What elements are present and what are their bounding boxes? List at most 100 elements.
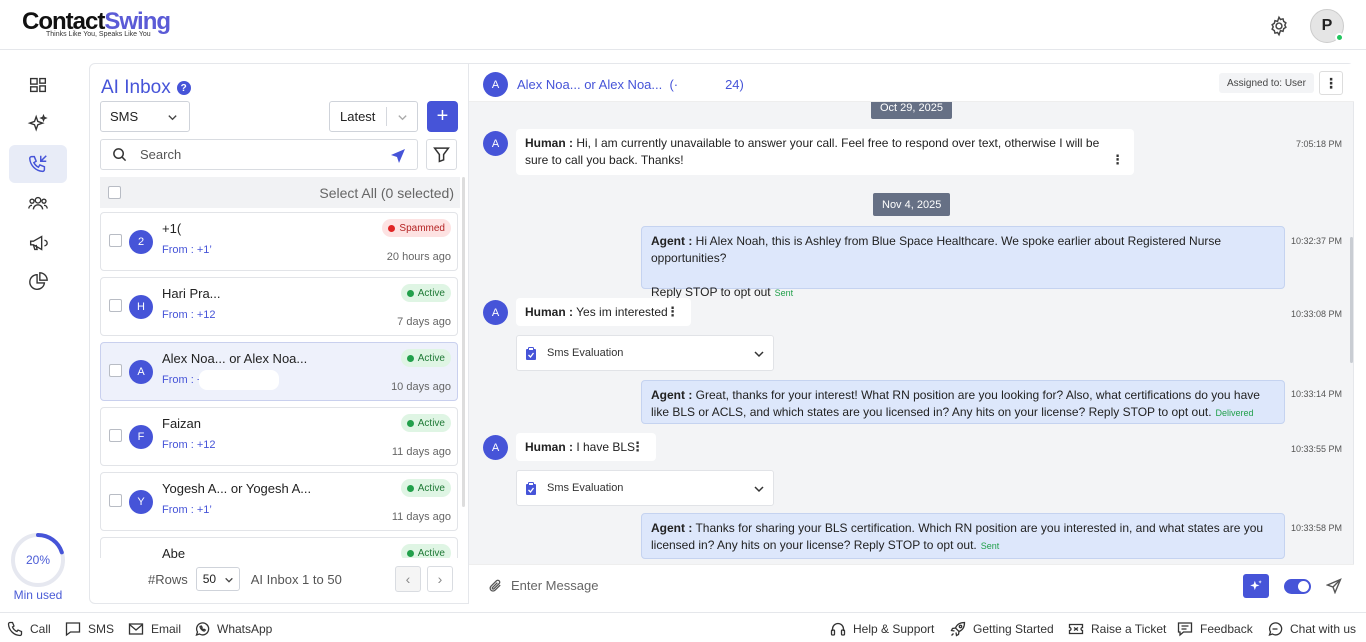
- footer-bar: Call SMS Email WhatsApp Help & Support G…: [0, 612, 1366, 642]
- conversation-item[interactable]: 2 +1( From : +1’ Spammed 20 hours ago: [100, 212, 458, 271]
- whatsapp-icon: [195, 622, 210, 637]
- status-badge-label: Active: [417, 287, 445, 299]
- nav-calls[interactable]: [9, 145, 67, 183]
- inbox-scrollbar[interactable]: [462, 177, 465, 507]
- channel-select[interactable]: SMS: [100, 101, 190, 132]
- redaction-mask: [199, 370, 279, 390]
- gear-icon[interactable]: [1268, 15, 1290, 37]
- rows-per-page-value: 50: [202, 572, 217, 586]
- message-time: 10:33:58 PM: [1291, 523, 1343, 533]
- mail-icon: [128, 623, 144, 635]
- conversation-checkbox[interactable]: [109, 299, 122, 312]
- nav-reports[interactable]: [9, 263, 67, 301]
- add-conversation-button[interactable]: +: [427, 101, 458, 132]
- status-badge-label: Active: [417, 547, 445, 559]
- conversation-item[interactable]: Abe Active: [100, 537, 458, 558]
- brand-logo[interactable]: ContactSwing Thinks Like You, Speaks Lik…: [22, 10, 171, 39]
- chat-options-button[interactable]: ⋮: [1319, 71, 1343, 95]
- select-all-label: Select All (0 selected): [319, 184, 454, 201]
- message-time: 7:05:18 PM: [1296, 139, 1343, 149]
- next-page-button[interactable]: ›: [427, 566, 453, 592]
- status-dot: [406, 354, 414, 362]
- footer-whatsapp[interactable]: WhatsApp: [194, 621, 272, 637]
- nav-dashboard[interactable]: [9, 66, 67, 104]
- select-all-row: Select All (0 selected): [100, 177, 460, 208]
- sms-evaluation-dropdown[interactable]: Sms Evaluation: [516, 470, 774, 506]
- message-role: Human :: [525, 305, 573, 319]
- conversation-avatar: H: [129, 295, 153, 319]
- chat-title[interactable]: Alex Noa... or Alex Noa... (· 24): [517, 77, 744, 92]
- ai-assist-button[interactable]: [1243, 574, 1269, 598]
- search-icon: [113, 148, 127, 162]
- message-menu-icon[interactable]: ⋮: [631, 438, 644, 455]
- conversation-item[interactable]: F Faizan From : +12 Active 11 days ago: [100, 407, 458, 466]
- conversation-item[interactable]: Y Yogesh A... or Yogesh A... From : +1’ …: [100, 472, 458, 531]
- conversation-item-selected[interactable]: A Alex Noa... or Alex Noa... From : +1 A…: [100, 342, 458, 401]
- send-icon[interactable]: [390, 148, 406, 164]
- footer-help-support[interactable]: Help & Support: [830, 621, 934, 637]
- help-icon[interactable]: ?: [176, 81, 191, 95]
- footer-chat-with-us[interactable]: Chat with us: [1267, 621, 1356, 637]
- conversation-checkbox[interactable]: [109, 494, 122, 507]
- message-status: Delivered: [1215, 408, 1254, 418]
- message-role: Agent :: [651, 234, 693, 248]
- agent-message: Agent : Great, thanks for your interest!…: [641, 380, 1285, 424]
- conversation-time: 7 days ago: [397, 316, 451, 328]
- message-menu-icon[interactable]: ⋮: [666, 303, 679, 320]
- footer-getting-started[interactable]: Getting Started: [950, 621, 1054, 637]
- contact-avatar: A: [483, 72, 508, 97]
- conversation-checkbox[interactable]: [109, 429, 122, 442]
- message-input[interactable]: Enter Message: [511, 578, 598, 593]
- conversation-checkbox[interactable]: [109, 234, 122, 247]
- status-badge: Active: [400, 349, 451, 367]
- sms-evaluation-label: Sms Evaluation: [547, 347, 624, 359]
- select-divider: [386, 107, 387, 126]
- conversation-item[interactable]: H Hari Pra... From : +12 Active 7 days a…: [100, 277, 458, 336]
- message-square-icon: [65, 622, 81, 637]
- online-status-dot: [1335, 33, 1344, 42]
- footer-feedback[interactable]: Feedback: [1177, 621, 1253, 637]
- footer-raise-ticket-label: Raise a Ticket: [1091, 622, 1167, 636]
- footer-getting-started-label: Getting Started: [973, 622, 1054, 636]
- sparkles-icon: [1250, 580, 1262, 591]
- nav-contacts[interactable]: [9, 184, 67, 222]
- message-text: Hi, I am currently unavailable to answer…: [525, 136, 1100, 167]
- footer-sms[interactable]: SMS: [65, 621, 114, 637]
- message-avatar: A: [483, 300, 508, 325]
- rocket-icon: [950, 621, 966, 637]
- message-text: I have BLS: [576, 440, 636, 454]
- search-input[interactable]: Search: [140, 147, 181, 162]
- message-time: 10:32:37 PM: [1291, 236, 1343, 246]
- chat-header: A Alex Noa... or Alex Noa... (· 24) Assi…: [469, 64, 1354, 102]
- chat-bubble-icon: [1268, 622, 1283, 637]
- message-menu-icon[interactable]: ⋮: [1111, 151, 1124, 168]
- sms-evaluation-dropdown[interactable]: Sms Evaluation: [516, 335, 774, 371]
- thread-scrollbar[interactable]: [1350, 237, 1353, 363]
- sort-select[interactable]: Latest: [329, 101, 418, 132]
- message-composer: Enter Message: [469, 564, 1354, 604]
- pie-chart-icon: [29, 272, 48, 290]
- search-box[interactable]: Search: [100, 139, 418, 170]
- paperclip-icon[interactable]: [488, 578, 503, 593]
- prev-page-button[interactable]: ‹: [395, 566, 421, 592]
- assigned-to-badge[interactable]: Assigned to: User: [1219, 73, 1314, 93]
- footer-raise-ticket[interactable]: Raise a Ticket: [1068, 621, 1166, 637]
- conversation-avatar: A: [129, 360, 153, 384]
- send-icon[interactable]: [1326, 578, 1342, 594]
- footer-call[interactable]: Call: [7, 621, 51, 637]
- select-all-checkbox[interactable]: [108, 186, 121, 199]
- nav-campaigns[interactable]: [9, 224, 67, 262]
- filter-button[interactable]: [426, 139, 457, 170]
- rows-per-page-select[interactable]: 50: [195, 567, 240, 591]
- message-status: Sent: [774, 288, 794, 298]
- phone-icon: [7, 621, 23, 637]
- user-avatar[interactable]: P: [1310, 9, 1344, 43]
- status-badge-label: Active: [417, 417, 445, 429]
- conversation-from: From : +12: [162, 309, 216, 321]
- human-message: Human : Yes im interested ⋮: [516, 298, 691, 326]
- nav-ai[interactable]: [9, 105, 67, 143]
- footer-email[interactable]: Email: [128, 621, 181, 637]
- conversation-checkbox[interactable]: [109, 364, 122, 377]
- auto-reply-toggle[interactable]: [1284, 579, 1311, 594]
- conversation-name: Alex Noa... or Alex Noa...: [162, 351, 308, 366]
